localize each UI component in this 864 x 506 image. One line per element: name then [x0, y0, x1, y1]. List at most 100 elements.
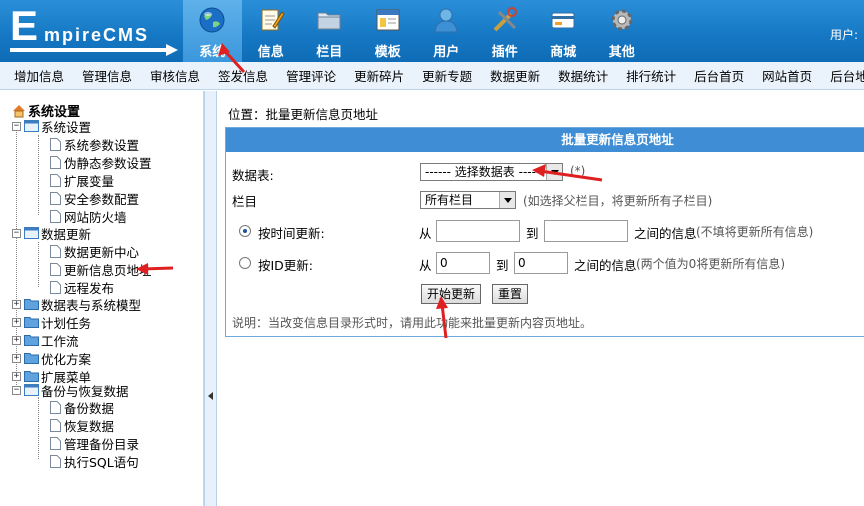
tools-icon — [493, 7, 517, 32]
tree-item-label: 系统参数设置 — [64, 137, 140, 153]
tree-item-label: 伪静态参数设置 — [64, 155, 152, 171]
chevron-down-icon — [546, 164, 562, 180]
tree-group-system-settings[interactable]: − 系统设置 — [12, 117, 91, 135]
collapse-icon[interactable]: − — [12, 121, 21, 131]
subnav-update-fragments[interactable]: 更新碎片 — [354, 66, 404, 85]
collapse-icon[interactable]: − — [12, 385, 21, 395]
tree-item-restore-data[interactable]: 恢复数据 — [50, 416, 114, 434]
tree-group-workflow[interactable]: + 工作流 — [12, 331, 79, 349]
tree-group-label: 工作流 — [41, 333, 79, 349]
folder-icon — [317, 12, 341, 30]
nav-template[interactable]: 模板 — [359, 0, 418, 62]
subnav-update-topics[interactable]: 更新专题 — [422, 66, 472, 85]
subnav-review-info[interactable]: 审核信息 — [150, 66, 200, 85]
time-between-label: 之间的信息 — [634, 226, 697, 241]
tree-item-system-params[interactable]: 系统参数设置 — [50, 135, 139, 153]
nav-plugin[interactable]: 插件 — [476, 0, 535, 62]
card-icon — [551, 12, 575, 29]
nav-label: 系统 — [199, 45, 226, 60]
page-icon — [50, 244, 61, 258]
table-label: 数据表: — [232, 168, 274, 183]
nav-label: 插件 — [491, 45, 518, 60]
tree-item-manage-backup-dir[interactable]: 管理备份目录 — [50, 434, 139, 452]
header: E mpireCMS 系统 信息 栏目 模板 用户 插件 商城 其他 用户: — [0, 0, 864, 62]
expand-icon[interactable]: + — [12, 317, 21, 327]
expand-icon[interactable]: + — [12, 371, 21, 381]
nav-user[interactable]: 用户 — [417, 0, 476, 62]
tree-item-security-config[interactable]: 安全参数配置 — [50, 189, 139, 207]
by-time-label: 按时间更新: — [258, 226, 325, 241]
column-select[interactable]: 所有栏目 — [420, 191, 516, 209]
subnav-add-info[interactable]: 增加信息 — [14, 66, 64, 85]
logo-text: mpireCMS — [44, 25, 150, 45]
column-hint: (如选择父栏目，将更新所有子栏目) — [523, 194, 713, 208]
sidebar-splitter[interactable] — [204, 91, 217, 506]
collapse-arrow-icon[interactable] — [208, 392, 213, 400]
tree-item-execute-sql[interactable]: 执行SQL语句 — [50, 452, 139, 470]
subnav-admin-map[interactable]: 后台地图 — [830, 66, 864, 85]
subnav-manage-comments[interactable]: 管理评论 — [286, 66, 336, 85]
panel-title: 批量更新信息页地址 — [226, 128, 864, 152]
sidebar: 系统设置 − 系统设置 系统参数设置 伪静态参数设置 扩展变量 安全参数配置 网… — [0, 91, 204, 506]
reset-button[interactable]: 重置 — [492, 284, 529, 304]
start-update-button[interactable]: 开始更新 — [421, 284, 482, 304]
tree-item-firewall[interactable]: 网站防火墙 — [50, 207, 127, 225]
nav-system[interactable]: 系统 — [183, 0, 242, 62]
time-to-input[interactable] — [544, 220, 628, 242]
expand-icon[interactable]: + — [12, 353, 21, 363]
tree-group-optimization[interactable]: + 优化方案 — [12, 349, 91, 367]
sub-navigation: 增加信息 管理信息 审核信息 签发信息 管理评论 更新碎片 更新专题 数据更新 … — [0, 62, 864, 90]
open-folder-icon — [24, 120, 39, 132]
nav-shop[interactable]: 商城 — [534, 0, 593, 62]
subnav-data-stats[interactable]: 数据统计 — [558, 66, 608, 85]
to-label: 到 — [526, 226, 539, 241]
nav-label: 商城 — [550, 45, 577, 60]
open-folder-icon — [24, 227, 39, 239]
user-icon — [434, 8, 458, 33]
tree-line — [38, 135, 39, 215]
subnav-admin-home[interactable]: 后台首页 — [694, 66, 744, 85]
folder-icon — [24, 335, 39, 346]
subnav-data-update[interactable]: 数据更新 — [490, 66, 540, 85]
pencil-notepad-icon — [261, 9, 285, 31]
table-select[interactable]: ------ 选择数据表 ------ — [420, 163, 563, 181]
tree-item-label: 安全参数配置 — [64, 191, 140, 207]
id-hint: (两个值为0将更新所有信息) — [636, 257, 785, 271]
by-id-label: 按ID更新: — [258, 258, 314, 273]
tree-item-update-info-url[interactable]: 更新信息页地址 — [50, 260, 152, 278]
tree-group-scheduled-tasks[interactable]: + 计划任务 — [12, 313, 91, 331]
subnav-sign-info[interactable]: 签发信息 — [218, 66, 268, 85]
id-from-input[interactable]: 0 — [436, 252, 490, 274]
tree-item-backup-data[interactable]: 备份数据 — [50, 398, 114, 416]
page-icon — [50, 262, 61, 276]
expand-icon[interactable]: + — [12, 335, 21, 345]
tree-item-label: 扩展变量 — [64, 173, 115, 189]
folder-icon — [24, 317, 39, 328]
tree-item-remote-publish[interactable]: 远程发布 — [50, 278, 114, 296]
subnav-ranking-stats[interactable]: 排行统计 — [626, 66, 676, 85]
by-time-radio[interactable] — [239, 225, 251, 237]
id-between-label: 之间的信息 — [574, 258, 637, 273]
expand-icon[interactable]: + — [12, 299, 21, 309]
tree-item-extend-vars[interactable]: 扩展变量 — [50, 171, 114, 189]
id-to-input[interactable]: 0 — [514, 252, 568, 274]
tree-group-data-update[interactable]: − 数据更新 — [12, 224, 91, 242]
nav-label: 其他 — [608, 45, 635, 60]
tree-item-data-update-center[interactable]: 数据更新中心 — [50, 242, 139, 260]
tree-group-tables-models[interactable]: + 数据表与系统模型 — [12, 295, 141, 313]
collapse-icon[interactable]: − — [12, 228, 21, 238]
time-from-input[interactable] — [436, 220, 520, 242]
user-label: 用户: — [829, 28, 858, 42]
by-id-radio[interactable] — [239, 257, 251, 269]
logo-arrow-icon — [166, 44, 178, 56]
home-icon — [13, 104, 25, 117]
subnav-manage-info[interactable]: 管理信息 — [82, 66, 132, 85]
nav-column[interactable]: 栏目 — [300, 0, 359, 62]
tree-item-rewrite-params[interactable]: 伪静态参数设置 — [50, 153, 152, 171]
nav-info[interactable]: 信息 — [242, 0, 301, 62]
nav-other[interactable]: 其他 — [593, 0, 652, 62]
subnav-site-home[interactable]: 网站首页 — [762, 66, 812, 85]
tree-group-backup-restore[interactable]: − 备份与恢复数据 — [12, 381, 129, 399]
time-hint: (不填将更新所有信息) — [696, 225, 814, 239]
folder-icon — [24, 353, 39, 364]
